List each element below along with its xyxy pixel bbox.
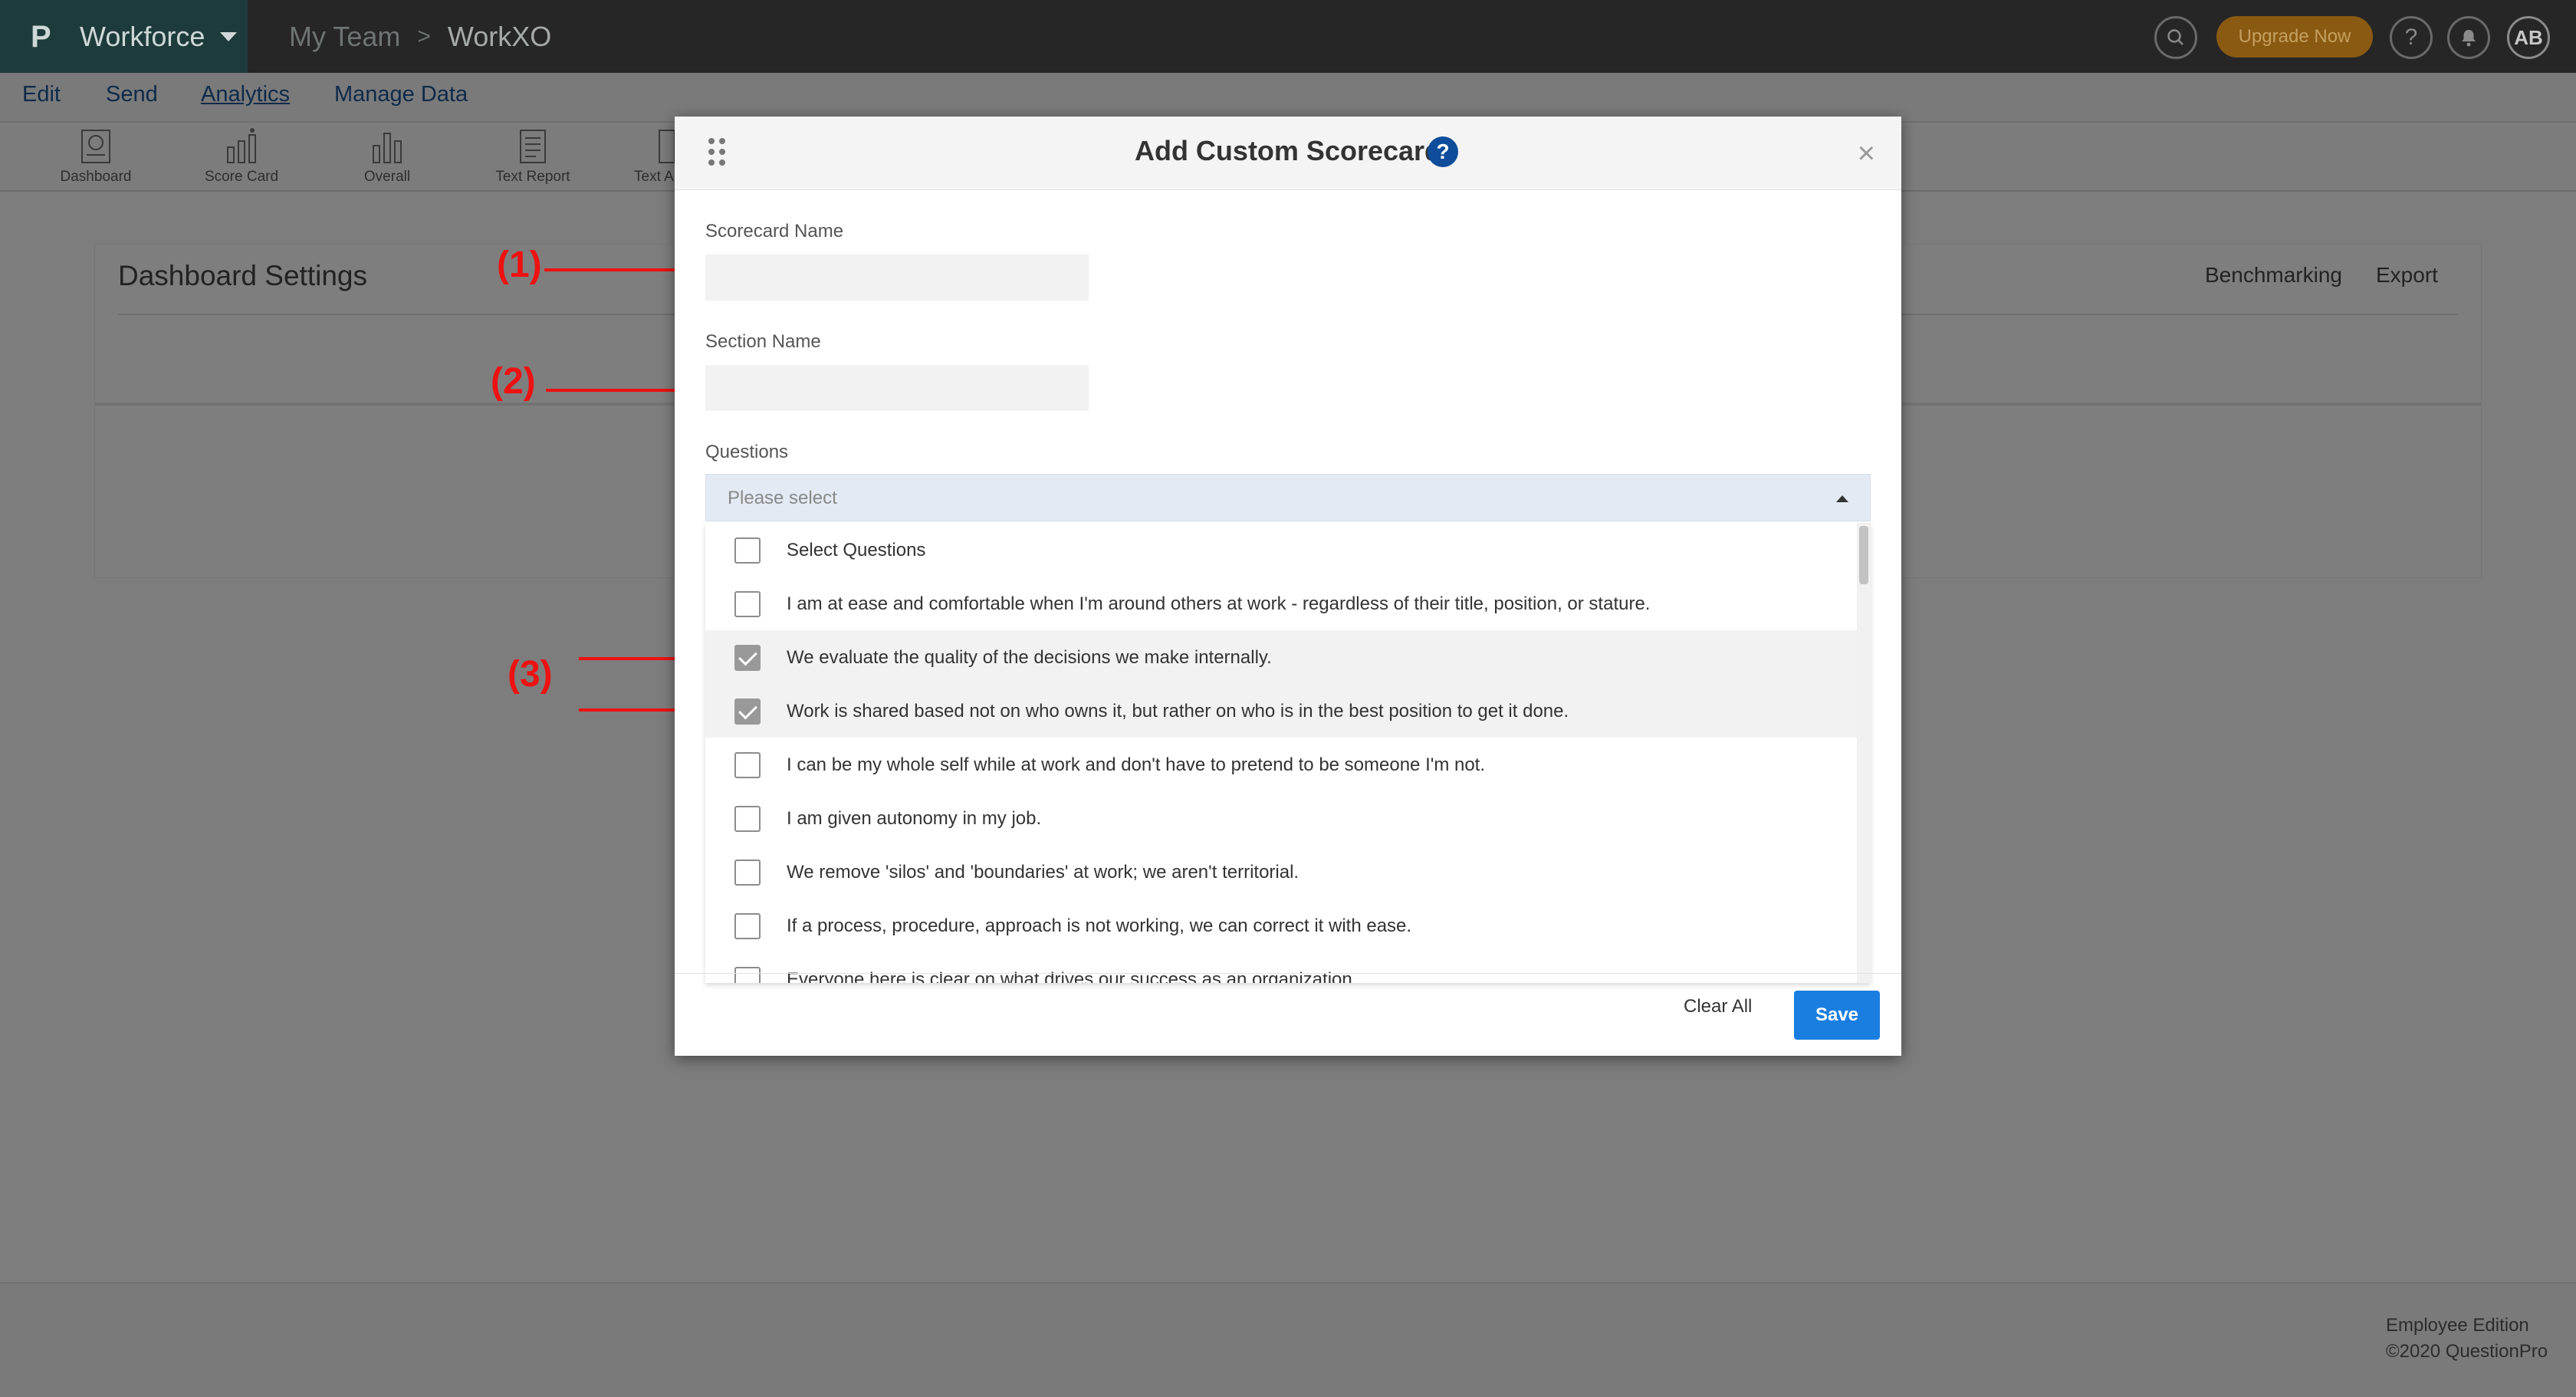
questionpro-logo-icon: P — [31, 19, 51, 54]
benchmarking-dropdown[interactable]: Benchmarking — [2205, 263, 2342, 288]
text-analytics-icon — [659, 130, 675, 163]
annotation-3: (3) — [508, 654, 553, 695]
toolbar-text-analytics[interactable]: Text A — [613, 123, 675, 193]
divider — [675, 973, 1901, 974]
score-card-icon — [227, 128, 256, 163]
question-option-label: Select Questions — [787, 540, 926, 560]
toolbar-text-report[interactable]: Text Report — [479, 123, 586, 193]
breadcrumb-current: WorkXO — [447, 20, 552, 52]
question-option-label: I am given autonomy in my job. — [787, 808, 1042, 829]
question-option-label: Everyone here is clear on what drives ou… — [787, 969, 1358, 983]
caret-up-icon — [1836, 495, 1848, 502]
search-icon[interactable] — [2154, 16, 2197, 59]
question-option[interactable]: Work is shared based not on who owns it,… — [705, 684, 1857, 738]
brand-switcher[interactable]: P Workforce — [0, 0, 248, 73]
add-custom-scorecard-modal: Add Custom Scorecard ? × Scorecard Name … — [675, 117, 1901, 1056]
question-option[interactable]: If a process, procedure, approach is not… — [705, 899, 1857, 952]
question-option[interactable]: I am given autonomy in my job. — [705, 791, 1857, 845]
question-option-label: I am at ease and comfortable when I'm ar… — [787, 593, 1651, 614]
question-option-label: If a process, procedure, approach is not… — [787, 915, 1412, 936]
toolbar-label: Dashboard — [60, 169, 132, 185]
breadcrumb: My Team > WorkXO — [289, 0, 551, 73]
question-option-label: We remove 'silos' and 'boundaries' at wo… — [787, 862, 1300, 883]
brand-name: Workforce — [80, 20, 205, 52]
question-option[interactable]: I can be my whole self while at work and… — [705, 738, 1857, 791]
dropdown-scrollbar[interactable] — [1857, 523, 1871, 983]
breadcrumb-separator: > — [417, 23, 431, 49]
export-dropdown[interactable]: Export — [2376, 263, 2438, 288]
caret-down-icon — [220, 31, 238, 41]
annotation-1: (1) — [497, 245, 542, 285]
menu-send[interactable]: Send — [106, 82, 158, 107]
breadcrumb-my-team[interactable]: My Team — [289, 21, 400, 53]
close-icon[interactable]: × — [1858, 136, 1875, 171]
question-option[interactable]: We evaluate the quality of the decisions… — [705, 630, 1857, 684]
checkbox[interactable] — [734, 752, 761, 778]
dashboard-icon — [81, 130, 110, 163]
footer-text: Employee Edition ©2020 QuestionPro — [2386, 1313, 2548, 1365]
toolbar-label: Overall — [363, 169, 411, 185]
avatar[interactable]: AB — [2507, 16, 2550, 59]
modal-header: Add Custom Scorecard ? × — [675, 117, 1901, 190]
checkbox[interactable] — [734, 913, 761, 939]
toolbar-dashboard[interactable]: Dashboard — [42, 123, 150, 193]
section-name-input[interactable] — [705, 365, 1089, 411]
modal-title: Add Custom Scorecard — [1134, 135, 1442, 166]
checkbox[interactable] — [734, 537, 761, 564]
toolbar-label: Text Report — [495, 169, 570, 185]
question-option[interactable]: I am at ease and comfortable when I'm ar… — [705, 577, 1857, 630]
question-option-label: I can be my whole self while at work and… — [787, 754, 1486, 775]
checkbox-checked[interactable] — [734, 645, 761, 671]
menu-analytics[interactable]: Analytics — [201, 82, 290, 107]
edition-label: Employee Edition — [2386, 1315, 2529, 1336]
section-name-label: Section Name — [705, 331, 821, 352]
question-option-label: We evaluate the quality of the decisions… — [787, 647, 1272, 668]
help-icon[interactable]: ? — [2390, 16, 2433, 59]
question-option[interactable]: We remove 'silos' and 'boundaries' at wo… — [705, 845, 1857, 899]
menu-bar: Edit Send Analytics Manage Data — [0, 73, 2576, 121]
scorecard-name-label: Scorecard Name — [705, 221, 844, 242]
question-option-label: Work is shared based not on who owns it,… — [787, 701, 1569, 722]
questions-select[interactable]: Please select — [705, 474, 1871, 521]
text-report-icon — [520, 130, 546, 163]
toolbar-label: Score Card — [204, 169, 279, 185]
scorecard-name-input[interactable] — [705, 255, 1089, 301]
toolbar-overall[interactable]: Overall — [334, 123, 441, 193]
annotation-arrow-icon — [546, 381, 700, 399]
top-right-actions: Upgrade Now ? AB — [2116, 0, 2576, 73]
questions-placeholder: Please select — [728, 488, 837, 508]
questions-label: Questions — [705, 442, 789, 462]
toolbar-score-card[interactable]: Score Card — [188, 123, 295, 193]
top-bar: P Workforce My Team > WorkXO Upgrade Now… — [0, 0, 2576, 73]
clear-all-button[interactable]: Clear All — [1684, 996, 1752, 1017]
checkbox[interactable] — [734, 591, 761, 617]
copyright-label: ©2020 QuestionPro — [2386, 1341, 2548, 1362]
save-button[interactable]: Save — [1794, 991, 1880, 1040]
checkbox[interactable] — [734, 806, 761, 832]
menu-manage-data[interactable]: Manage Data — [334, 82, 468, 107]
annotation-2: (2) — [491, 361, 536, 402]
bell-icon[interactable] — [2447, 16, 2490, 59]
checkbox-checked[interactable] — [734, 698, 761, 725]
question-option[interactable]: Select Questions — [705, 523, 1857, 577]
upgrade-now-button[interactable]: Upgrade Now — [2216, 16, 2373, 58]
bar-chart-icon — [373, 133, 402, 163]
annotation-arrow-icon — [544, 261, 698, 279]
menu-edit[interactable]: Edit — [22, 82, 61, 107]
footer — [0, 1282, 2576, 1397]
help-icon[interactable]: ? — [1428, 136, 1458, 167]
questions-dropdown-list: Select Questions I am at ease and comfor… — [705, 523, 1871, 983]
toolbar-label: Text A — [634, 169, 674, 185]
checkbox[interactable] — [734, 860, 761, 886]
question-option[interactable]: Everyone here is clear on what drives ou… — [705, 952, 1857, 983]
checkbox[interactable] — [734, 967, 761, 983]
panel-title: Dashboard Settings — [118, 260, 367, 291]
scrollbar-thumb[interactable] — [1859, 526, 1868, 584]
